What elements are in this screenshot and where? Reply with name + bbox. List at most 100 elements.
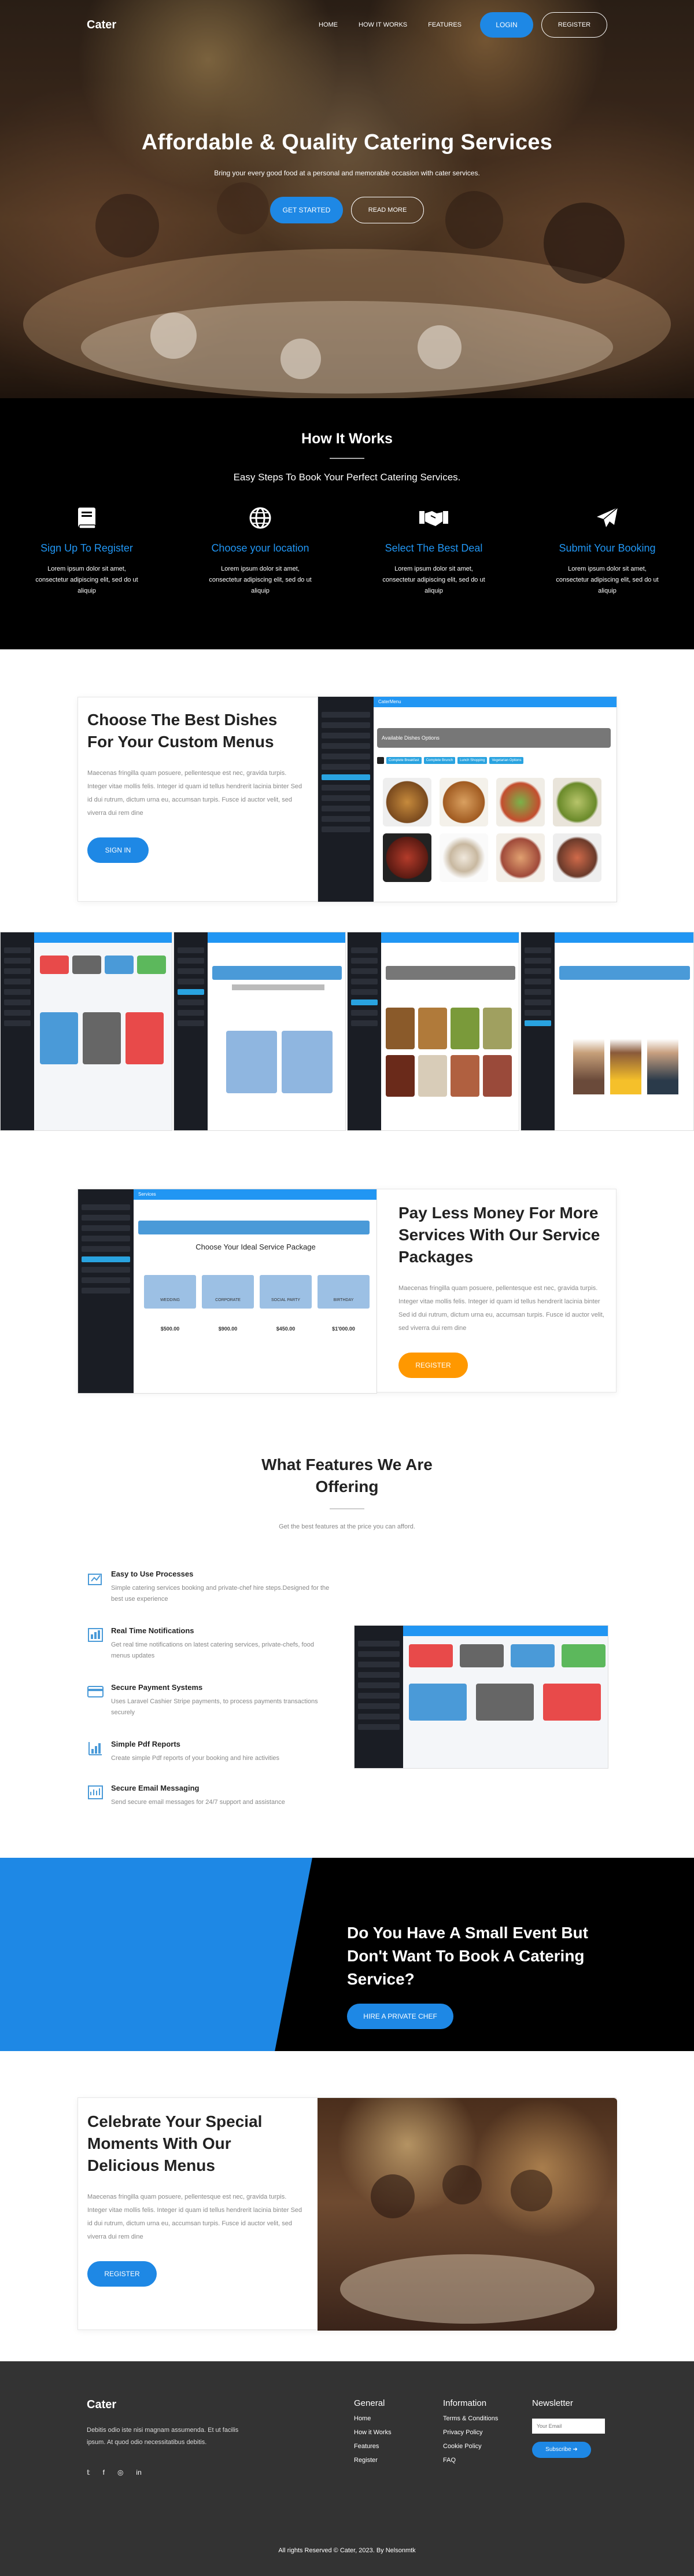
- dish-image: [440, 833, 488, 882]
- feature-text: Simple catering services booking and pri…: [111, 1585, 330, 1603]
- footer-link-how[interactable]: How it Works: [354, 2429, 392, 2436]
- book-icon: [78, 508, 96, 529]
- pay-text: Maecenas fringilla quam posuere, pellent…: [398, 1285, 604, 1332]
- feature-item: Secure Email Messaging Send secure email…: [87, 1784, 330, 1808]
- celebrate-title: Celebrate Your Special Moments With Our …: [87, 2112, 263, 2174]
- twitter-icon[interactable]: 𝕥: [87, 2468, 90, 2476]
- features-section: What Features We Are Offering Get the be…: [0, 1454, 694, 1530]
- subscribe-label: Subscribe: [545, 2446, 571, 2453]
- logo[interactable]: Cater: [87, 19, 116, 32]
- packages-screenshot: Services Choose Your Ideal Service Packa…: [77, 1189, 377, 1394]
- footer-link-register[interactable]: Register: [354, 2457, 392, 2464]
- copyright: All rights Reserved © Cater, 2023. By Ne…: [278, 2547, 416, 2554]
- footer-brand: Cater: [87, 2398, 117, 2411]
- dish-grid: [383, 778, 601, 882]
- read-more-button[interactable]: READ MORE: [351, 197, 424, 223]
- event-title: Do You Have A Small Event But Don't Want…: [347, 1924, 588, 1988]
- footer-link-home[interactable]: Home: [354, 2415, 392, 2422]
- dishes-text: Maecenas fringilla quam posuere, pellent…: [87, 770, 302, 817]
- features-title: What Features We Are Offering: [261, 1456, 433, 1495]
- footer-newsletter: Newsletter Subscribe ➜: [532, 2398, 605, 2458]
- feature-item: Easy to Use Processes Simple catering se…: [87, 1570, 330, 1605]
- feature-text: Create simple Pdf reports of your bookin…: [111, 1755, 280, 1762]
- nav-link-how-it-works[interactable]: HOW IT WORKS: [359, 21, 407, 28]
- pay-title: Pay Less Money For More Services With Ou…: [398, 1204, 600, 1266]
- feature-title: Secure Payment Systems: [111, 1683, 203, 1692]
- dish-image: [553, 833, 601, 882]
- screenshot-pill: Lunch Shopping: [457, 757, 488, 764]
- facebook-icon[interactable]: f: [103, 2468, 105, 2476]
- nav-link-home[interactable]: HOME: [319, 21, 338, 28]
- page-body: Choose The Best Dishes For Your Custom M…: [0, 649, 694, 2576]
- footer-general: General Home How it Works Features Regis…: [354, 2398, 392, 2464]
- register-button[interactable]: REGISTER: [541, 12, 607, 38]
- dish-image: [383, 833, 431, 882]
- get-started-button[interactable]: GET STARTED: [270, 197, 343, 223]
- divider: [330, 458, 364, 459]
- screenshot-brand: CaterMenu: [378, 699, 401, 704]
- package-card: CORPORATE $900.00: [202, 1275, 254, 1339]
- payment-icon: [87, 1686, 104, 1697]
- feature-text: Uses Laravel Cashier Stripe payments, to…: [111, 1698, 318, 1716]
- footer-link-privacy[interactable]: Privacy Policy: [443, 2429, 498, 2436]
- step-text: Lorem ipsum dolor sit amet, consectetur …: [382, 565, 485, 594]
- dishes-screenshot: CaterMenu Available Dishes Options Compl…: [318, 696, 617, 902]
- dish-image: [553, 778, 601, 826]
- linkedin-icon[interactable]: in: [136, 2468, 141, 2476]
- hire-chef-button[interactable]: HIRE A PRIVATE CHEF: [347, 2004, 453, 2029]
- newsletter-email-input[interactable]: [532, 2419, 605, 2434]
- divider: [330, 1508, 364, 1509]
- celebrate-card: Celebrate Your Special Moments With Our …: [77, 2097, 617, 2331]
- pay-card: Services Choose Your Ideal Service Packa…: [77, 1189, 617, 1394]
- feature-title: Real Time Notifications: [111, 1626, 194, 1635]
- pay-register-button[interactable]: REGISTER: [398, 1353, 468, 1378]
- dishes-title: Choose The Best Dishes For Your Custom M…: [87, 711, 278, 751]
- handshake-icon: [419, 511, 448, 526]
- screenshot-custom-menu: [174, 932, 346, 1131]
- screenshot-pill: Complete Brunch: [423, 757, 456, 764]
- notification-icon: [88, 1628, 103, 1642]
- feature-item: Simple Pdf Reports Create simple Pdf rep…: [87, 1740, 330, 1764]
- footer-link-cookie[interactable]: Cookie Policy: [443, 2443, 498, 2450]
- feature-title: Easy to Use Processes: [111, 1570, 194, 1578]
- celebrate-text: Maecenas fringilla quam posuere, pellent…: [87, 2193, 302, 2240]
- packages-heading: Choose Your Ideal Service Package: [195, 1243, 316, 1251]
- dishes-card: Choose The Best Dishes For Your Custom M…: [77, 696, 617, 902]
- step-title: Submit Your Booking: [559, 542, 656, 554]
- feature-title: Secure Email Messaging: [111, 1784, 200, 1792]
- screenshots-strip: [0, 932, 694, 1131]
- celebrate-register-button[interactable]: REGISTER: [87, 2261, 157, 2287]
- instagram-icon[interactable]: ◎: [117, 2468, 123, 2476]
- step-text: Lorem ipsum dolor sit amet, consectetur …: [556, 565, 659, 594]
- event-banner: Do You Have A Small Event But Don't Want…: [0, 1858, 694, 2051]
- footer-info-title: Information: [443, 2398, 487, 2408]
- footer-link-features[interactable]: Features: [354, 2443, 392, 2450]
- screenshot-dashboard: [0, 932, 172, 1131]
- screenshot-chefs: [520, 932, 694, 1131]
- social-links: 𝕥 f ◎ in: [87, 2468, 243, 2476]
- subscribe-button[interactable]: Subscribe ➜: [532, 2442, 591, 2458]
- step-register: Sign Up To Register Lorem ipsum dolor si…: [0, 506, 174, 597]
- how-title: How It Works: [301, 431, 393, 447]
- footer-link-faq[interactable]: FAQ: [443, 2457, 498, 2464]
- top-nav: Cater HOME HOW IT WORKS FEATURES LOGIN R…: [0, 0, 694, 50]
- package-card: WEDDING $500.00: [144, 1275, 196, 1339]
- sign-in-button[interactable]: SIGN IN: [87, 837, 149, 863]
- nav-link-features[interactable]: FEATURES: [428, 21, 462, 28]
- report-icon: [88, 1742, 102, 1755]
- screenshot-pill: Vegetarian Options: [489, 757, 524, 764]
- screenshot-pill: Complete Breakfast: [386, 757, 422, 764]
- footer: Cater Debitis odio iste nisi magnam assu…: [0, 2361, 694, 2576]
- feature-text: Send secure email messages for 24/7 supp…: [111, 1799, 285, 1806]
- footer-link-terms[interactable]: Terms & Conditions: [443, 2415, 498, 2422]
- dish-image: [496, 833, 545, 882]
- step-booking: Submit Your Booking Lorem ipsum dolor si…: [520, 506, 694, 597]
- package-card: BIRTHDAY $1'000.00: [318, 1275, 370, 1339]
- feature-text: Get real time notifications on latest ca…: [111, 1641, 314, 1659]
- how-it-works-section: How It Works Easy Steps To Book Your Per…: [0, 398, 694, 649]
- step-deal: Select The Best Deal Lorem ipsum dolor s…: [347, 506, 520, 597]
- footer-information: Information Terms & Conditions Privacy P…: [443, 2398, 498, 2464]
- arrow-right-icon: ➜: [573, 2446, 578, 2453]
- step-location: Choose your location Lorem ipsum dolor s…: [174, 506, 347, 597]
- login-button[interactable]: LOGIN: [480, 12, 533, 38]
